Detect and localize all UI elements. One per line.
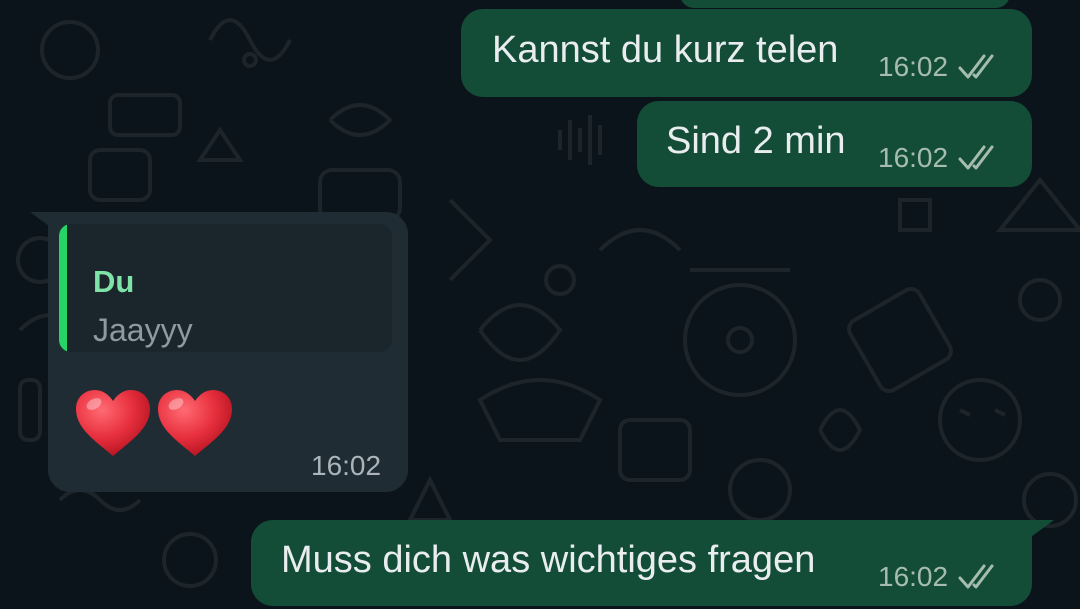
message-meta: 16:02 <box>878 563 1002 591</box>
message-meta: 16:02 <box>311 452 381 480</box>
message-incoming[interactable]: Du Jaayyy 16:02 <box>48 212 408 492</box>
message-time: 16:02 <box>878 51 949 82</box>
emoji-row <box>74 388 234 458</box>
message-time: 16:02 <box>311 450 382 481</box>
reply-quote-text: Jaayyy <box>93 312 193 348</box>
message-text: Sind 2 min <box>666 120 846 162</box>
message-time: 16:02 <box>878 142 949 173</box>
double-check-icon <box>958 145 994 170</box>
message-time: 16:02 <box>878 561 949 592</box>
reply-quote-bar <box>59 224 67 352</box>
chat-view: Kannst du kurz telen 16:02 Sind 2 min 16… <box>0 0 1080 609</box>
message-outgoing[interactable]: Muss dich was wichtiges fragen 16:02 <box>251 520 1032 606</box>
double-check-icon <box>958 54 994 79</box>
message-text: Muss dich was wichtiges fragen <box>281 539 816 581</box>
message-meta: 16:02 <box>878 53 1002 81</box>
previous-message-bubble-edge[interactable] <box>680 0 1010 8</box>
message-outgoing[interactable]: Sind 2 min 16:02 <box>637 101 1032 187</box>
message-meta: 16:02 <box>878 144 1002 172</box>
red-heart-emoji <box>76 390 150 456</box>
red-heart-emoji <box>158 390 232 456</box>
message-outgoing[interactable]: Kannst du kurz telen 16:02 <box>461 9 1032 97</box>
message-text: Kannst du kurz telen <box>492 29 839 71</box>
double-check-icon <box>958 564 994 589</box>
reply-quote[interactable]: Du Jaayyy <box>59 224 392 352</box>
reply-quote-author: Du <box>93 264 135 299</box>
